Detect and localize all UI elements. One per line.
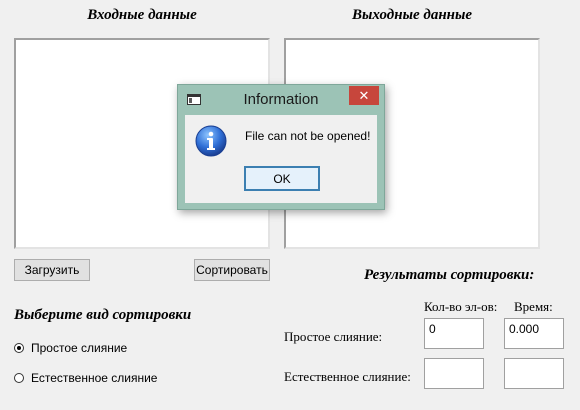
radio-button-checked[interactable] bbox=[14, 343, 24, 353]
simple-merge-time-field[interactable]: 0.000 bbox=[504, 318, 564, 349]
input-data-title: Входные данные bbox=[87, 7, 197, 23]
load-button[interactable]: Загрузить bbox=[14, 259, 90, 281]
close-icon: ✕ bbox=[358, 87, 370, 103]
radio-button-unchecked[interactable] bbox=[14, 373, 24, 383]
simple-merge-row-label: Простое слияние: bbox=[284, 329, 383, 344]
time-column-header: Время: bbox=[514, 299, 553, 314]
info-icon bbox=[195, 125, 227, 157]
radio-label: Естественное слияние bbox=[31, 371, 158, 385]
natural-merge-row-label: Естественное слияние: bbox=[284, 369, 411, 384]
radio-natural-merge[interactable]: Естественное слияние bbox=[14, 371, 157, 385]
natural-merge-time-field[interactable] bbox=[504, 358, 564, 389]
sort-type-title: Выберите вид сортировки bbox=[14, 307, 192, 323]
count-column-header: Кол-во эл-ов: bbox=[424, 299, 498, 314]
simple-merge-count-field[interactable]: 0 bbox=[424, 318, 484, 349]
dialog-title-bar[interactable]: Information ✕ bbox=[178, 85, 384, 115]
radio-label: Простое слияние bbox=[31, 341, 128, 355]
radio-simple-merge[interactable]: Простое слияние bbox=[14, 341, 127, 355]
sort-button[interactable]: Сортировать bbox=[194, 259, 270, 281]
output-data-title: Выходные данные bbox=[351, 7, 473, 23]
dialog-body: File can not be opened! OK bbox=[185, 115, 377, 203]
dialog-message: File can not be opened! bbox=[245, 129, 371, 143]
close-button[interactable]: ✕ bbox=[349, 86, 379, 105]
results-title: Результаты сортировки: bbox=[364, 267, 535, 283]
ok-button[interactable]: OK bbox=[244, 166, 320, 191]
natural-merge-count-field[interactable] bbox=[424, 358, 484, 389]
information-dialog[interactable]: Information ✕ File can not be opened! OK bbox=[177, 84, 385, 210]
